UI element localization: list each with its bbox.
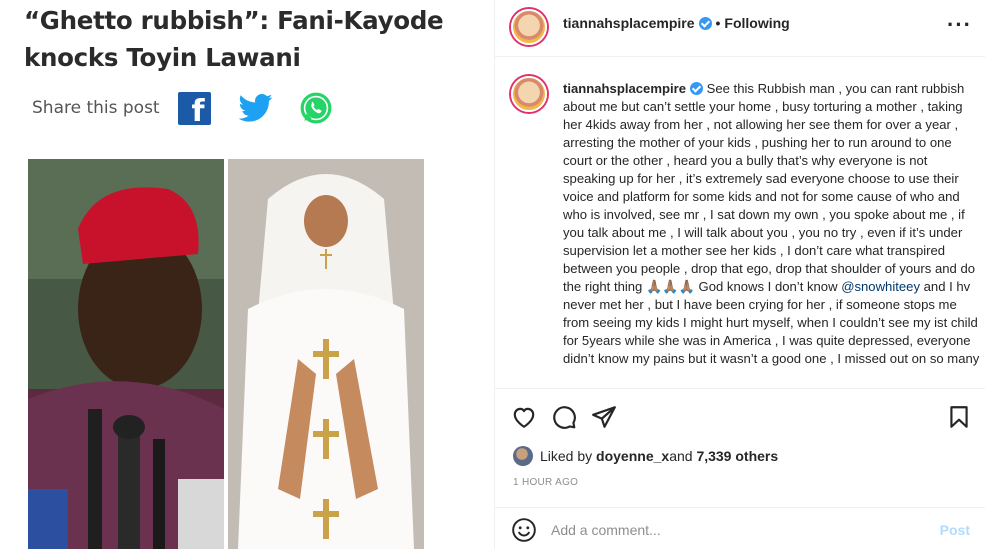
liked-by-prefix: Liked by	[540, 448, 593, 464]
caption-avatar[interactable]	[511, 76, 547, 112]
post-header-username: tiannahsplacempire • Following	[563, 15, 790, 31]
whatsapp-icon[interactable]	[299, 91, 333, 125]
comment-icon[interactable]	[551, 404, 577, 430]
caption-username[interactable]: tiannahsplacempire	[563, 81, 686, 96]
article-panel: “Ghetto rubbish”: Fani-Kayode knocks Toy…	[0, 0, 494, 549]
liked-by-others[interactable]: 7,339 others	[696, 448, 778, 464]
instagram-post-panel: tiannahsplacempire • Following ··· tiannah…	[494, 0, 985, 549]
username-link[interactable]: tiannahsplacempire	[563, 15, 695, 31]
caption-text: tiannahsplacempire See this Rubbish man …	[563, 80, 983, 368]
mention-link[interactable]: @snowhiteey	[841, 279, 920, 294]
liker-avatar[interactable]	[513, 446, 533, 466]
article-headline: “Ghetto rubbish”: Fani-Kayode knocks Toy…	[24, 6, 444, 72]
heart-icon[interactable]	[511, 404, 537, 430]
bookmark-icon[interactable]	[946, 404, 972, 430]
likes-summary: Liked by doyenne_x and 7,339 others	[513, 444, 778, 468]
post-comment-button[interactable]: Post	[940, 522, 970, 538]
post-header: tiannahsplacempire • Following ···	[495, 0, 985, 57]
article-photo-man	[28, 159, 224, 549]
separator-dot: •	[715, 15, 721, 31]
facebook-icon[interactable]: f	[177, 91, 211, 126]
verified-badge-icon	[689, 82, 703, 95]
caption-body-part1: See this Rubbish man , you can rant rubb…	[563, 81, 976, 294]
verified-badge-icon	[698, 17, 712, 30]
liked-by-user[interactable]: doyenne_x	[596, 448, 669, 464]
caption-area: tiannahsplacempire See this Rubbish man …	[495, 58, 985, 388]
share-icon[interactable]	[591, 404, 617, 430]
emoji-icon[interactable]	[511, 517, 537, 543]
article-photo-woman	[228, 159, 424, 549]
comment-input[interactable]	[551, 518, 931, 542]
following-button[interactable]: Following	[724, 15, 789, 31]
share-label: Share this post	[32, 98, 160, 118]
profile-avatar[interactable]	[511, 9, 547, 45]
twitter-icon[interactable]	[238, 93, 273, 123]
more-options-icon[interactable]: ···	[947, 14, 972, 36]
comment-bar: Post	[495, 507, 985, 549]
share-row: Share this post f	[32, 88, 333, 128]
post-timestamp[interactable]: 1 HOUR AGO	[513, 477, 578, 488]
post-actions	[495, 388, 985, 442]
liked-by-and: and	[669, 448, 693, 464]
